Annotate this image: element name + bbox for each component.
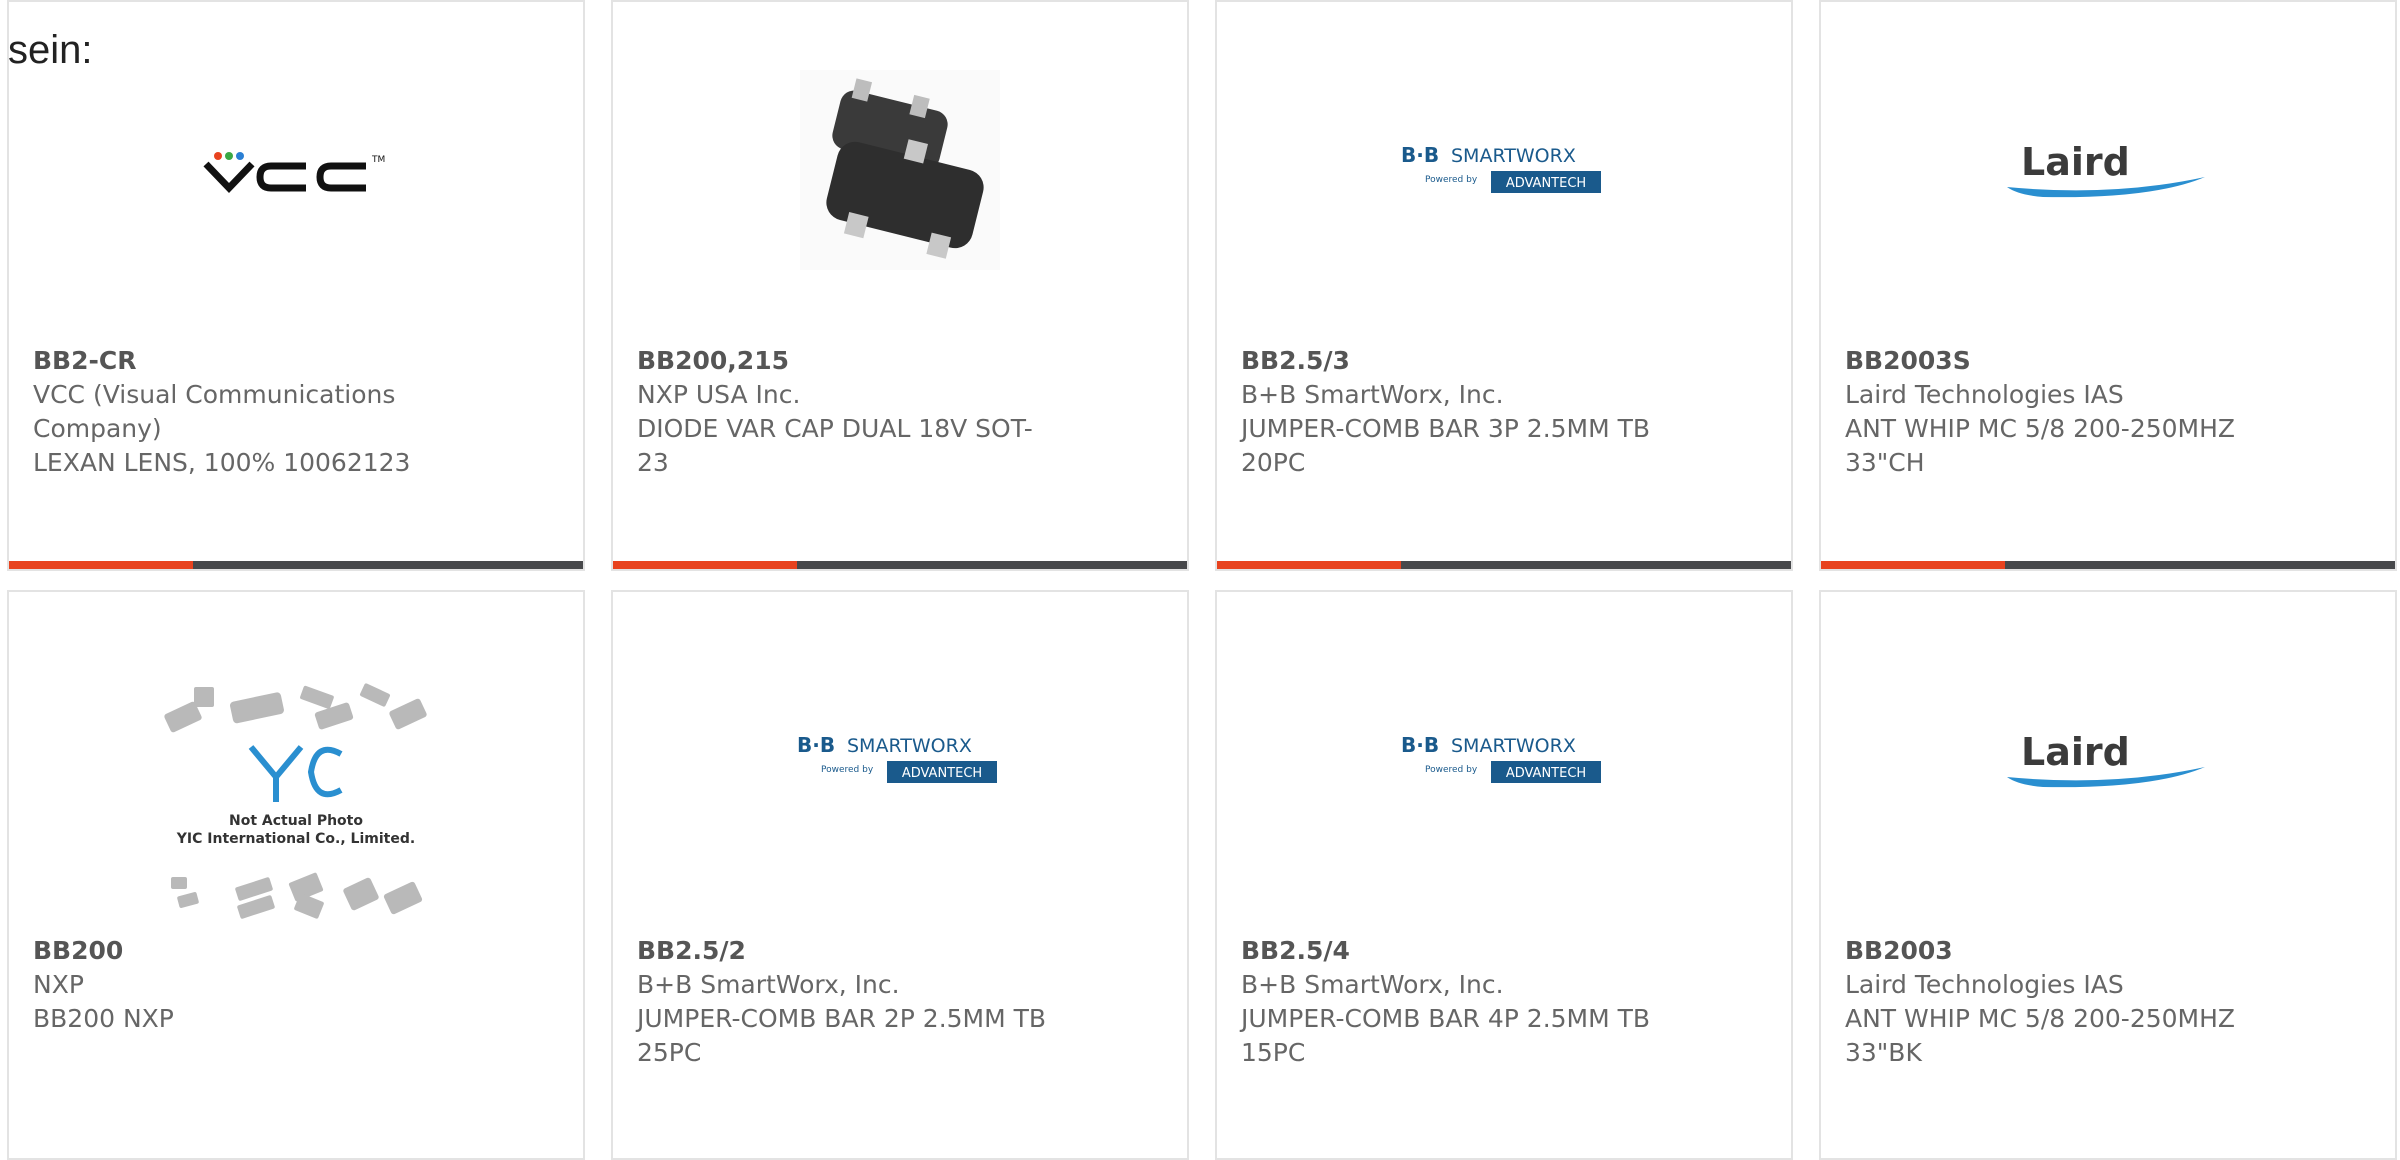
- description: BB200 NXP: [33, 1004, 174, 1033]
- svg-text:SMARTWORX: SMARTWORX: [1451, 735, 1576, 757]
- product-info: BB2.5/4 B+B SmartWorx, Inc. JUMPER-COMB …: [1241, 934, 1661, 1070]
- description: JUMPER-COMB BAR 4P 2.5MM TB 15PC: [1241, 1004, 1651, 1067]
- card-progress-bar: [1821, 561, 2395, 569]
- product-info: BB2003 Laird Technologies IAS ANT WHIP M…: [1845, 934, 2265, 1070]
- product-image: B·B SMARTWORX Powered by ADVANTECH: [1217, 652, 1791, 867]
- manufacturer: B+B SmartWorx, Inc.: [1241, 970, 1504, 999]
- progress-fill: [613, 561, 797, 569]
- progress-fill: [9, 561, 193, 569]
- product-card[interactable]: B·B SMARTWORX Powered by ADVANTECH BB2.5…: [1215, 590, 1793, 1160]
- product-info: BB2.5/3 B+B SmartWorx, Inc. JUMPER-COMB …: [1241, 344, 1661, 480]
- logo-powered-by: Powered by: [1425, 175, 1478, 185]
- part-number-link[interactable]: BB2.5/3: [1241, 344, 1661, 378]
- manufacturer: NXP: [33, 970, 84, 999]
- product-info: BB200,215 NXP USA Inc. DIODE VAR CAP DUA…: [637, 344, 1057, 480]
- bb-smartworx-logo-icon: B·B SMARTWORX Powered by ADVANTECH: [1401, 143, 1601, 193]
- progress-fill: [1821, 561, 2005, 569]
- sot23-package-photo-icon: [800, 69, 1000, 270]
- svg-text:B·B: B·B: [797, 733, 835, 757]
- part-number-link[interactable]: BB2003S: [1845, 344, 2265, 378]
- product-image: TM: [9, 62, 583, 277]
- laird-logo-icon: Laird: [2007, 730, 2205, 787]
- product-info: BB2.5/2 B+B SmartWorx, Inc. JUMPER-COMB …: [637, 934, 1057, 1070]
- progress-track: [797, 561, 1187, 569]
- part-number-link[interactable]: BB200,215: [637, 344, 1057, 378]
- description: DIODE VAR CAP DUAL 18V SOT-23: [637, 414, 1033, 477]
- logo-badge: ADVANTECH: [902, 766, 982, 781]
- placeholder-caption-2: YIC International Co., Limited.: [176, 831, 415, 847]
- svg-text:B·B: B·B: [1401, 733, 1439, 757]
- product-image: Not Actual Photo YIC International Co., …: [9, 682, 583, 922]
- progress-fill: [1217, 561, 1401, 569]
- vcc-logo-icon: TM: [203, 151, 385, 193]
- svg-text:TM: TM: [371, 155, 385, 165]
- progress-track: [193, 561, 583, 569]
- logo-wordmark: Laird: [2021, 730, 2130, 774]
- product-card[interactable]: Laird BB2003 Laird Technologies IAS ANT …: [1819, 590, 2397, 1160]
- part-number-link[interactable]: BB200: [33, 934, 453, 968]
- logo-wordmark: Laird: [2021, 140, 2130, 184]
- manufacturer: VCC (Visual Communications Company): [33, 380, 396, 443]
- section-heading: sein:: [8, 28, 93, 72]
- product-info: BB200 NXP BB200 NXP: [33, 934, 453, 1036]
- logo-powered-by: Powered by: [1425, 765, 1478, 775]
- product-image: [613, 62, 1187, 277]
- yic-placeholder-icon: Not Actual Photo YIC International Co., …: [164, 683, 427, 919]
- product-card[interactable]: BB200,215 NXP USA Inc. DIODE VAR CAP DUA…: [611, 0, 1189, 571]
- progress-track: [1401, 561, 1791, 569]
- svg-text:SMARTWORX: SMARTWORX: [1451, 145, 1576, 167]
- card-progress-bar: [1217, 561, 1791, 569]
- bb-smartworx-logo-icon: B·B SMARTWORX Powered by ADVANTECH: [1401, 733, 1601, 783]
- bb-smartworx-logo-icon: B·B SMARTWORX Powered by ADVANTECH: [797, 733, 997, 783]
- part-number-link[interactable]: BB2-CR: [33, 344, 453, 378]
- manufacturer: B+B SmartWorx, Inc.: [1241, 380, 1504, 409]
- description: LEXAN LENS, 100% 10062123: [33, 448, 411, 477]
- product-image: B·B SMARTWORX Powered by ADVANTECH: [1217, 62, 1791, 277]
- description: JUMPER-COMB BAR 3P 2.5MM TB 20PC: [1241, 414, 1651, 477]
- product-card[interactable]: B·B SMARTWORX Powered by ADVANTECH BB2.5…: [1215, 0, 1793, 571]
- manufacturer: B+B SmartWorx, Inc.: [637, 970, 900, 999]
- part-number-link[interactable]: BB2.5/2: [637, 934, 1057, 968]
- product-info: BB2-CR VCC (Visual Communications Compan…: [33, 344, 453, 480]
- card-progress-bar: [9, 561, 583, 569]
- product-image: B·B SMARTWORX Powered by ADVANTECH: [613, 652, 1187, 867]
- product-image: Laird: [1821, 62, 2395, 277]
- placeholder-caption-1: Not Actual Photo: [229, 813, 363, 829]
- laird-logo-icon: Laird: [2007, 140, 2205, 197]
- logo-badge: ADVANTECH: [1506, 176, 1586, 191]
- progress-track: [2005, 561, 2395, 569]
- description: ANT WHIP MC 5/8 200-250MHZ 33"BK: [1845, 1004, 2236, 1067]
- part-number-link[interactable]: BB2.5/4: [1241, 934, 1661, 968]
- manufacturer: Laird Technologies IAS: [1845, 380, 2124, 409]
- product-card[interactable]: B·B SMARTWORX Powered by ADVANTECH BB2.5…: [611, 590, 1189, 1160]
- description: JUMPER-COMB BAR 2P 2.5MM TB 25PC: [637, 1004, 1047, 1067]
- manufacturer: NXP USA Inc.: [637, 380, 801, 409]
- logo-badge: ADVANTECH: [1506, 766, 1586, 781]
- manufacturer: Laird Technologies IAS: [1845, 970, 2124, 999]
- logo-powered-by: Powered by: [821, 765, 874, 775]
- product-card[interactable]: Laird BB2003S Laird Technologies IAS ANT…: [1819, 0, 2397, 571]
- svg-text:SMARTWORX: SMARTWORX: [847, 735, 972, 757]
- svg-text:B·B: B·B: [1401, 143, 1439, 167]
- product-info: BB2003S Laird Technologies IAS ANT WHIP …: [1845, 344, 2265, 480]
- product-card[interactable]: TM BB2-CR VCC (Visual Communications Com…: [7, 0, 585, 571]
- card-progress-bar: [613, 561, 1187, 569]
- product-image: Laird: [1821, 652, 2395, 867]
- product-card[interactable]: Not Actual Photo YIC International Co., …: [7, 590, 585, 1160]
- part-number-link[interactable]: BB2003: [1845, 934, 2265, 968]
- description: ANT WHIP MC 5/8 200-250MHZ 33"CH: [1845, 414, 2236, 477]
